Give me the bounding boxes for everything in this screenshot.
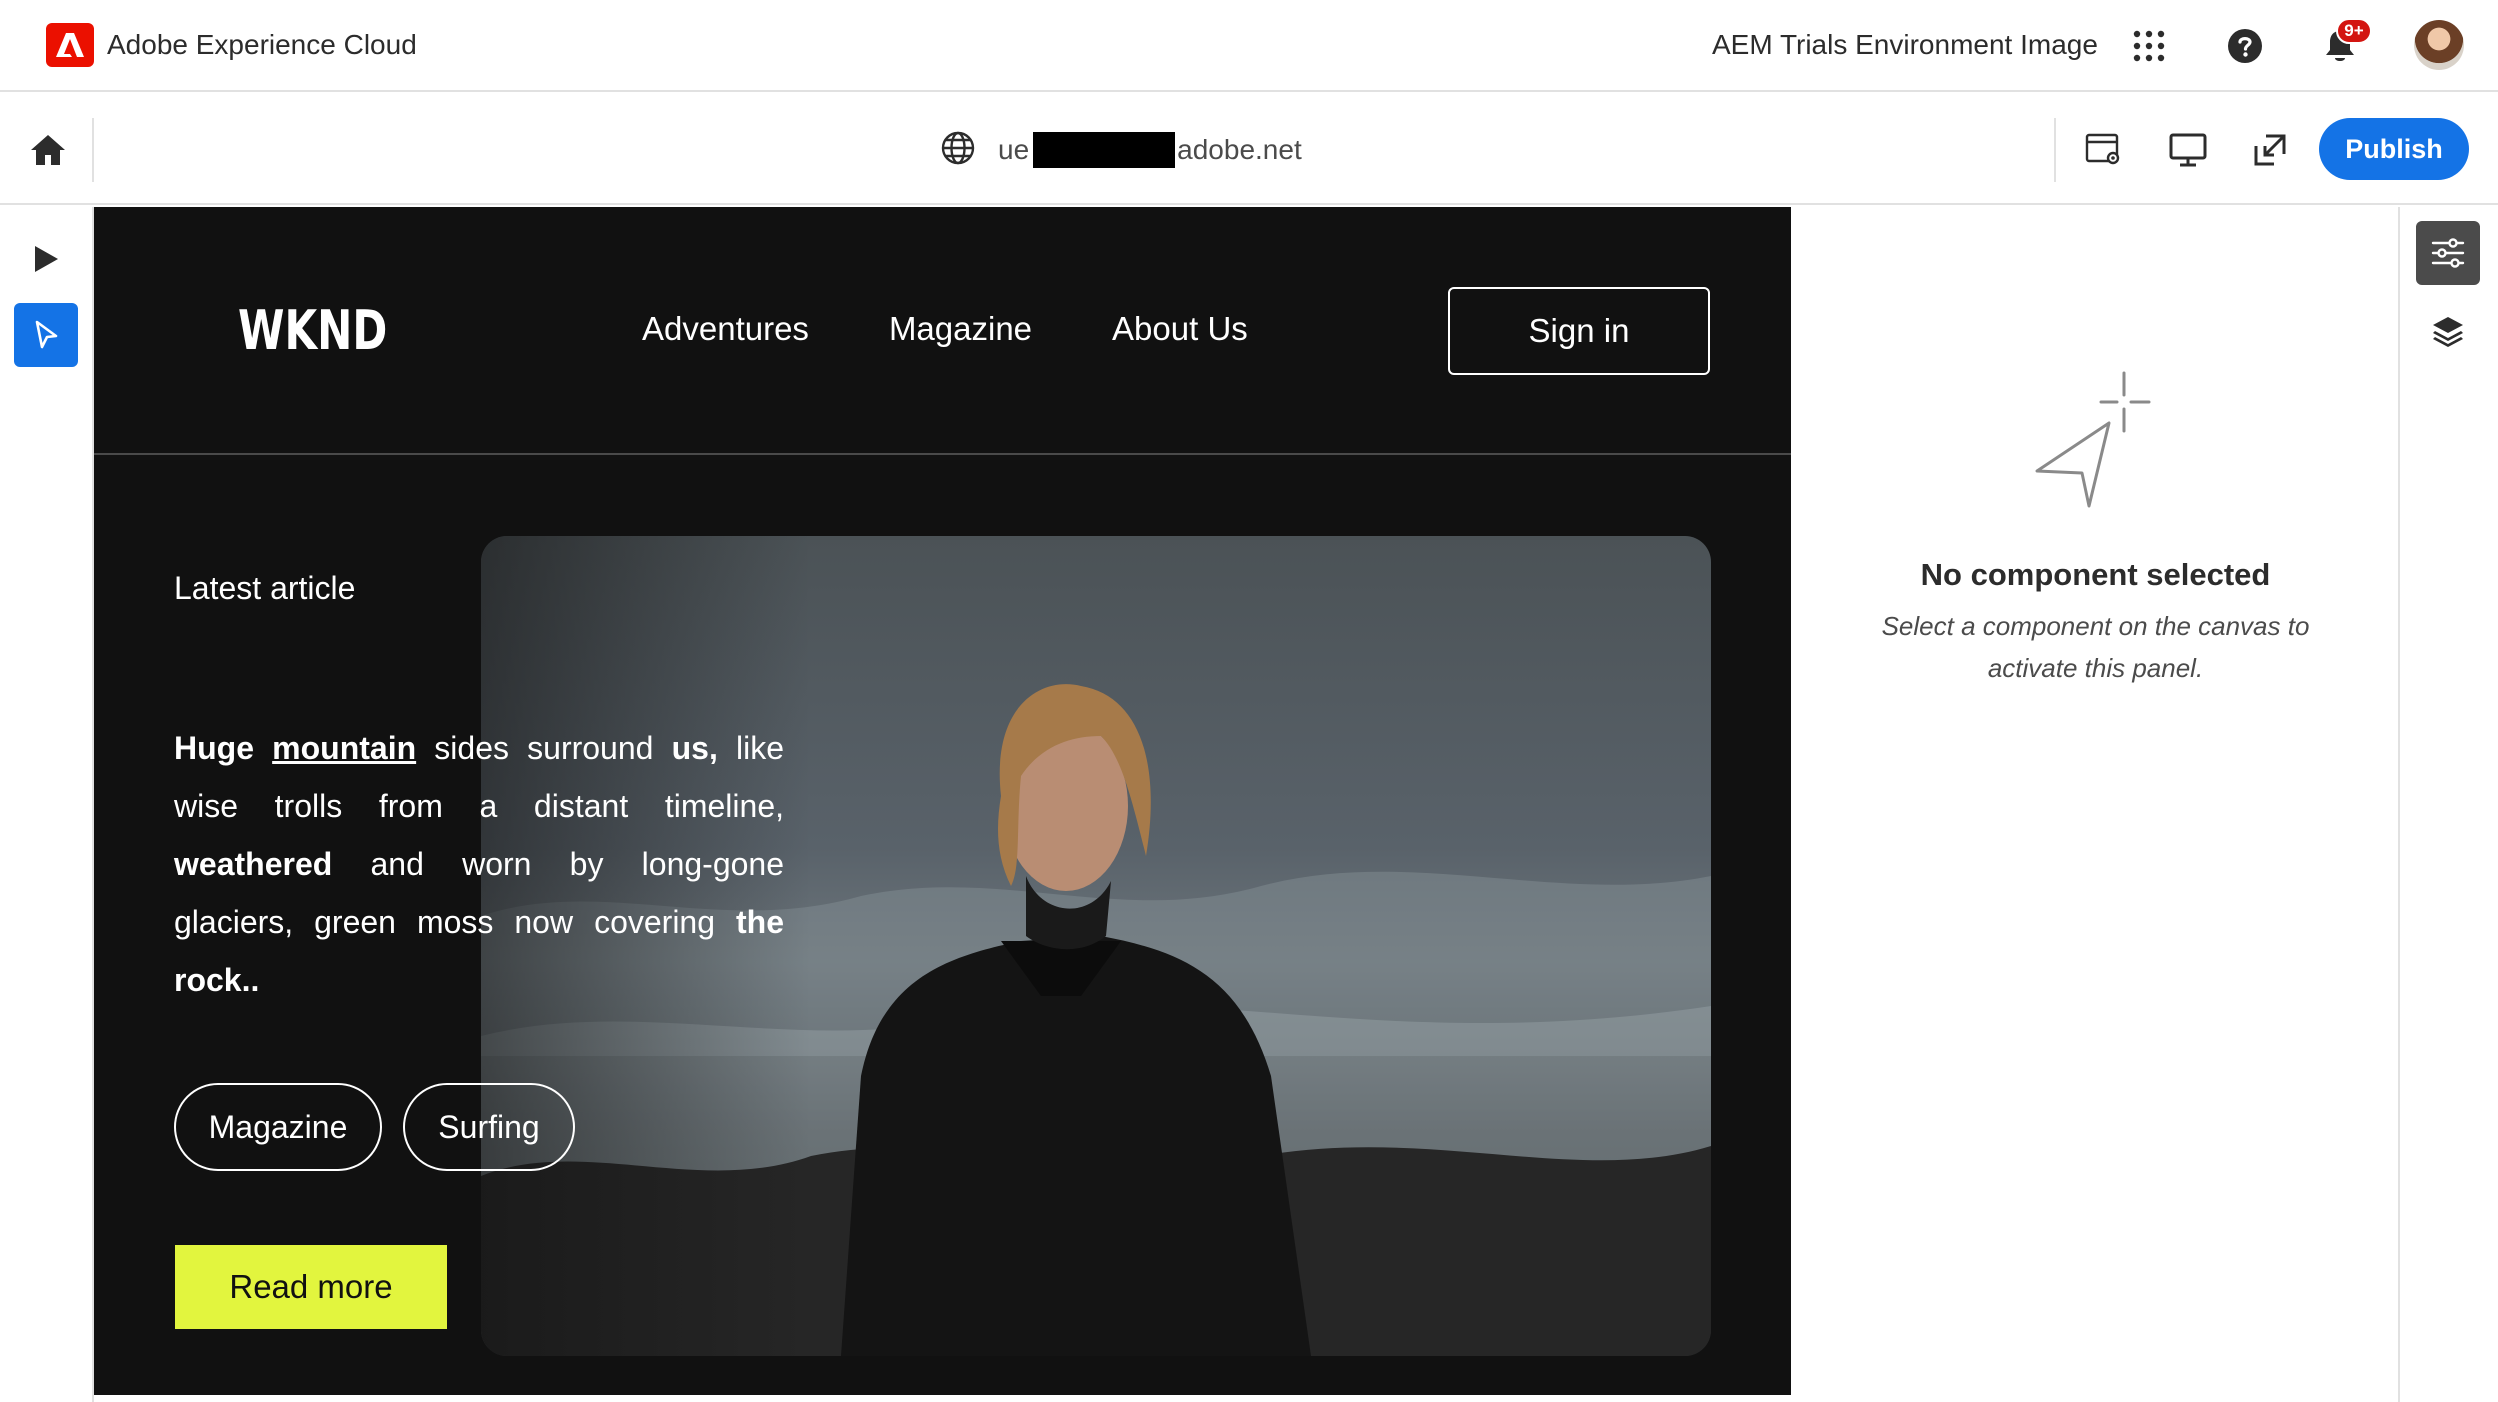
- url-redaction: [1033, 132, 1176, 168]
- url-display[interactable]: ue adobe.net: [940, 128, 1302, 172]
- properties-panel: No component selected Select a component…: [1791, 207, 2400, 1402]
- article-word-bold: Huge: [174, 730, 254, 766]
- article-word-bold: weathered: [174, 846, 333, 882]
- nav-item-about-us[interactable]: About Us: [1112, 310, 1248, 348]
- properties-sliders-icon[interactable]: [2416, 221, 2480, 285]
- url-prefix: ue: [998, 134, 1030, 165]
- latest-article-label: Latest article: [174, 570, 356, 606]
- empty-state-title: No component selected: [1920, 557, 2271, 592]
- article-word-bold: us,: [671, 730, 718, 766]
- site-logo[interactable]: WKND: [238, 299, 387, 362]
- toolbar-divider: [2054, 118, 2056, 182]
- sign-in-button[interactable]: Sign in: [1448, 287, 1710, 375]
- nav-item-adventures[interactable]: Adventures: [642, 310, 809, 348]
- site-header: WKND Adventures Magazine About Us Sign i…: [94, 207, 1791, 455]
- read-more-button[interactable]: Read more: [175, 1245, 447, 1329]
- tag-magazine[interactable]: Magazine: [174, 1083, 382, 1171]
- adobe-logo-icon[interactable]: [46, 23, 94, 67]
- avatar[interactable]: [2414, 20, 2464, 70]
- no-selection-illustration: [2027, 361, 2167, 516]
- preview-play-icon[interactable]: [14, 227, 78, 291]
- editor-toolbar: ue adobe.net Publish: [0, 92, 2498, 205]
- empty-state-description: Select a component on the canvas to acti…: [1881, 611, 2310, 683]
- left-rail: [0, 207, 94, 1402]
- layers-icon[interactable]: [2416, 299, 2480, 363]
- notification-badge[interactable]: 9+: [2336, 18, 2372, 44]
- article-link-mountain[interactable]: mountain: [272, 730, 416, 766]
- url-suffix: adobe.net: [1177, 134, 1302, 165]
- page-settings-icon[interactable]: [2080, 128, 2128, 172]
- help-icon[interactable]: [2223, 24, 2267, 68]
- article-text-segment: sides surround: [434, 730, 654, 766]
- publish-button[interactable]: Publish: [2319, 118, 2469, 180]
- globe-icon: [940, 130, 976, 171]
- home-icon[interactable]: [24, 128, 72, 172]
- right-rail: [2400, 207, 2498, 1402]
- toolbar-divider: [92, 118, 94, 182]
- desktop-icon[interactable]: [2164, 128, 2212, 172]
- article-teaser[interactable]: Huge mountain sides surround us, like wi…: [174, 719, 784, 1009]
- open-external-icon[interactable]: [2246, 128, 2294, 172]
- brand-name[interactable]: Adobe Experience Cloud: [107, 29, 417, 61]
- apps-grid-icon[interactable]: [2127, 24, 2171, 68]
- shell-header: Adobe Experience Cloud AEM Trials Enviro…: [0, 0, 2498, 92]
- select-pointer-icon[interactable]: [14, 303, 78, 367]
- tag-surfing[interactable]: Surfing: [403, 1083, 575, 1171]
- nav-item-magazine[interactable]: Magazine: [889, 310, 1032, 348]
- site-nav: Adventures Magazine About Us: [642, 310, 1248, 348]
- editor-canvas[interactable]: WKND Adventures Magazine About Us Sign i…: [94, 207, 1791, 1395]
- environment-name[interactable]: AEM Trials Environment Image: [1712, 29, 2098, 61]
